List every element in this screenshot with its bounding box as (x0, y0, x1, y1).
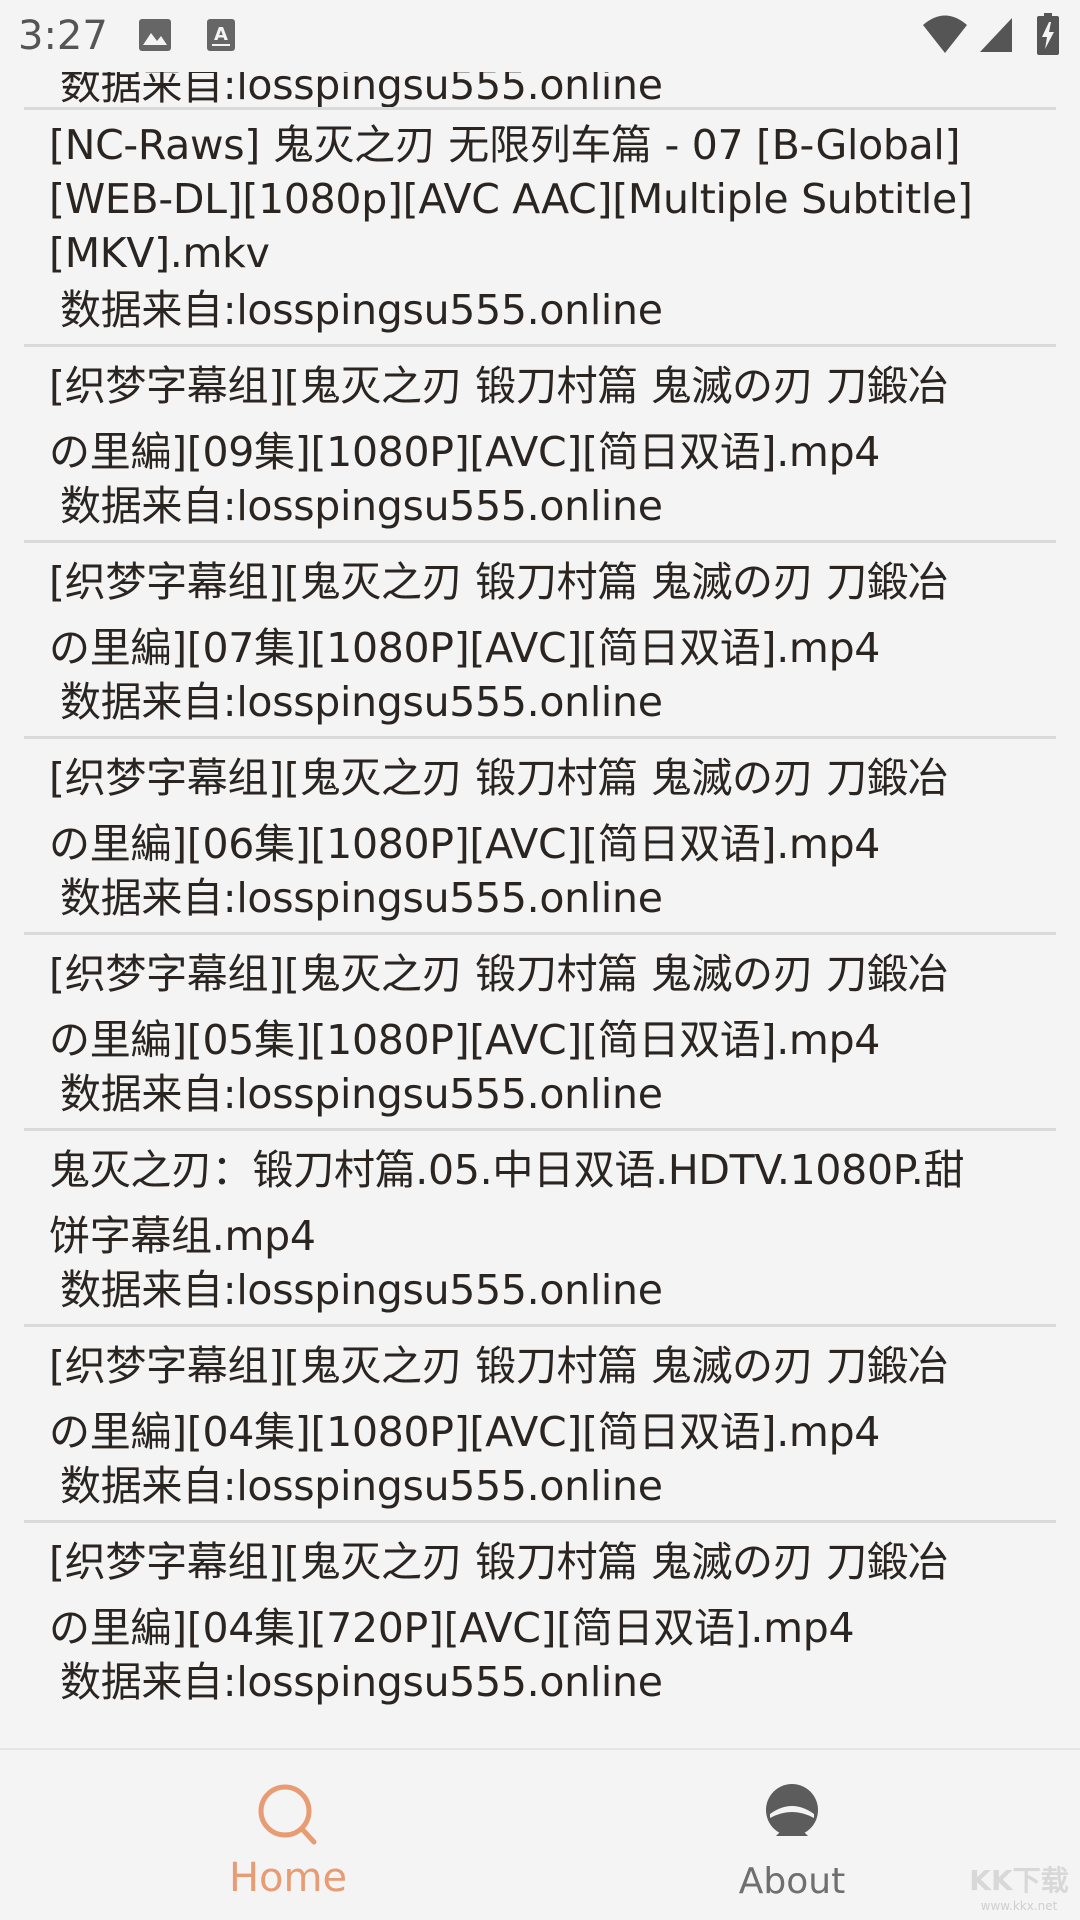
nav-about-label: About (738, 1861, 846, 1902)
result-title: [NC-Raws] 鬼灭之刃 无限列车篇 - 07 [B-Global] [WE… (49, 121, 973, 277)
nav-about[interactable]: About (642, 1750, 942, 1920)
status-time: 3:27 (18, 13, 108, 59)
result-source: 数据来自:losspingsu555.online (60, 1266, 663, 1314)
list-item[interactable]: [织梦字幕组][鬼灭之刃 锻刀村篇 鬼滅の刃 刀鍛冶 の里編][07集][108… (24, 543, 1056, 739)
result-list[interactable]: 数据来自:losspingsu555.online [NC-Raws] 鬼灭之刃… (24, 40, 1056, 1712)
svg-text:A: A (214, 24, 228, 45)
nav-home[interactable]: Home (138, 1750, 438, 1920)
result-title: [织梦字幕组][鬼灭之刃 锻刀村篇 鬼滅の刃 刀鍛冶 の里編][07集][108… (49, 558, 949, 672)
result-source: 数据来自:losspingsu555.online (60, 482, 663, 530)
person-icon (766, 1784, 818, 1836)
list-item[interactable]: 鬼灭之刃：锻刀村篇.05.中日双语.HDTV.1080P.甜 饼字幕组.mp4 … (24, 1131, 1056, 1327)
svg-text:KK下载: KK下载 (969, 1864, 1068, 1897)
result-source: 数据来自:losspingsu555.online (60, 286, 663, 334)
result-source: 数据来自:losspingsu555.online (60, 678, 663, 726)
result-source: 数据来自:losspingsu555.online (60, 1462, 663, 1510)
image-icon (139, 19, 171, 51)
watermark-logo: KK下载 www.kkx.net (969, 1864, 1068, 1913)
list-item[interactable]: [织梦字幕组][鬼灭之刃 锻刀村篇 鬼滅の刃 刀鍛冶 の里編][06集][108… (24, 739, 1056, 935)
battery-charging-icon (1037, 13, 1059, 55)
app-screen: 3:27 A 数据来自:losspingsu555.online [NC-Raw… (0, 0, 1080, 1920)
list-item[interactable]: [织梦字幕组][鬼灭之刃 锻刀村篇 鬼滅の刃 刀鍛冶 の里編][09集][108… (24, 347, 1056, 543)
result-title: [织梦字幕组][鬼灭之刃 锻刀村篇 鬼滅の刃 刀鍛冶 の里編][06集][108… (49, 754, 949, 868)
bottom-navigation: Home About (0, 1748, 1080, 1920)
list-item[interactable]: [织梦字幕组][鬼灭之刃 锻刀村篇 鬼滅の刃 刀鍛冶 の里編][04集][108… (24, 1327, 1056, 1523)
search-icon (258, 1784, 317, 1845)
nav-home-label: Home (228, 1855, 348, 1901)
list-item[interactable]: [织梦字幕组][鬼灭之刃 锻刀村篇 鬼滅の刃 刀鍛冶 の里編][05集][108… (24, 935, 1056, 1131)
result-title: [织梦字幕组][鬼灭之刃 锻刀村篇 鬼滅の刃 刀鍛冶 の里編][04集][720… (49, 1538, 949, 1652)
result-title: 鬼灭之刃：锻刀村篇.05.中日双语.HDTV.1080P.甜 饼字幕组.mp4 (49, 1146, 965, 1260)
list-item[interactable]: [NC-Raws] 鬼灭之刃 无限列车篇 - 07 [B-Global] [WE… (24, 110, 1056, 347)
status-bar: 3:27 A (0, 0, 1080, 72)
result-source: 数据来自:losspingsu555.online (60, 1658, 663, 1706)
wifi-icon (923, 15, 967, 53)
result-source: 数据来自:losspingsu555.online (60, 1070, 663, 1118)
result-title: [织梦字幕组][鬼灭之刃 锻刀村篇 鬼滅の刃 刀鍛冶 の里編][09集][108… (49, 362, 949, 476)
svg-text:www.kkx.net: www.kkx.net (981, 1899, 1058, 1913)
result-title: [织梦字幕组][鬼灭之刃 锻刀村篇 鬼滅の刃 刀鍛冶 の里編][04集][108… (49, 1342, 949, 1456)
result-title: [织梦字幕组][鬼灭之刃 锻刀村篇 鬼滅の刃 刀鍛冶 の里編][05集][108… (49, 950, 949, 1064)
signal-icon (980, 18, 1012, 52)
result-source: 数据来自:losspingsu555.online (60, 874, 663, 922)
list-item[interactable]: [织梦字幕组][鬼灭之刃 锻刀村篇 鬼滅の刃 刀鍛冶 の里編][04集][720… (24, 1523, 1056, 1712)
text-a-icon: A (207, 19, 235, 51)
